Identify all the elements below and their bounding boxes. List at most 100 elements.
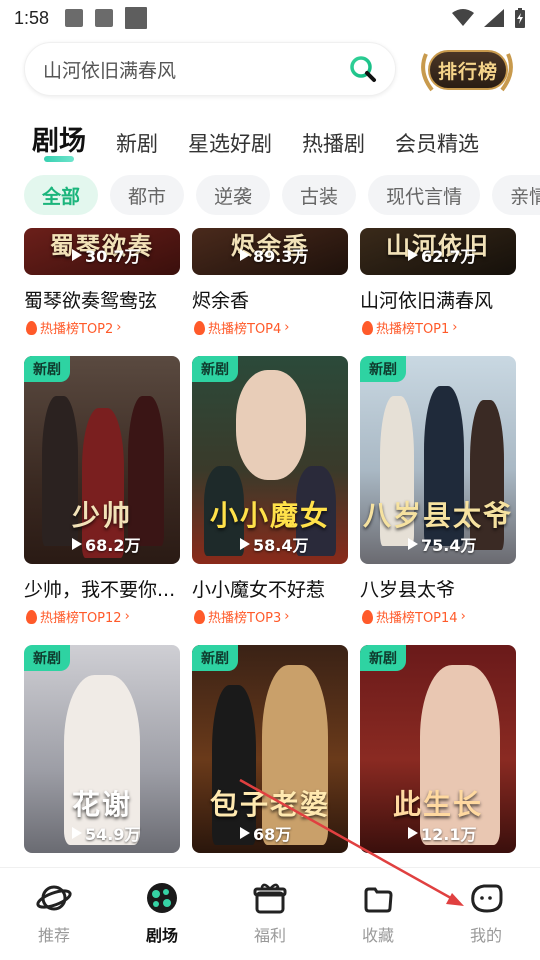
theater-icon [144,880,180,916]
drama-card-poster[interactable]: 山河依旧 62.7万 [360,228,516,275]
drama-card-poster[interactable]: 烬余香 89.3万 [192,228,348,275]
poster-art-text: 此生长 [392,788,483,821]
chevron-right-icon: › [284,609,290,624]
hot-rank-tag[interactable]: 热播榜TOP1 › [362,318,458,337]
nav-recommend[interactable]: 推荐 [0,868,108,960]
hot-rank-tag[interactable]: 热播榜TOP4 › [194,318,290,337]
search-bar[interactable]: 山河依旧满春风 [24,42,396,96]
gift-icon [252,880,288,916]
search-icon[interactable] [349,55,377,83]
category-chips: 全部 都市 逆袭 古装 现代言情 亲情 [24,175,540,215]
drama-title[interactable]: 少帅，我不要你... [24,575,184,602]
chip-costume[interactable]: 古装 [282,175,357,215]
flame-icon [362,609,373,624]
battery-icon [515,8,525,28]
nav-label: 推荐 [37,926,70,945]
poster-art-text: 包子老婆 [209,788,330,821]
drama-card-poster[interactable]: 蜀琴欲奏 30.7万 [24,228,180,275]
planet-icon [36,880,72,916]
tab-new-drama[interactable]: 新剧 [116,128,158,162]
drama-card-poster[interactable]: 包子老婆 新剧 68万 [192,645,348,853]
profile-face-icon [468,880,504,916]
signal-icon [484,9,504,27]
flame-icon [362,320,373,335]
drama-card-poster[interactable]: 少帅 新剧 68.2万 [24,356,180,564]
image-notification-icon [65,9,84,27]
chevron-right-icon: › [452,320,458,335]
play-icon [408,827,418,839]
drama-title[interactable]: 山河依旧满春风 [360,286,520,313]
ranking-button[interactable]: 排行榜 [418,42,516,96]
new-drama-badge: 新剧 [192,645,238,671]
nav-label: 收藏 [361,926,394,945]
tab-star-picks[interactable]: 星选好剧 [188,128,272,162]
play-icon [408,249,418,261]
view-count: 12.1万 [408,821,476,845]
chip-modern-romance[interactable]: 现代言情 [368,175,481,215]
hot-rank-tag[interactable]: 热播榜TOP14 › [362,607,466,626]
nav-theater[interactable]: 剧场 [108,868,216,960]
drama-title[interactable]: 蜀琴欲奏鸳鸯弦 [24,286,184,313]
nav-label: 我的 [469,926,502,945]
view-count: 54.9万 [72,821,140,845]
play-icon [240,538,250,550]
chip-urban[interactable]: 都市 [110,175,185,215]
drama-card-poster[interactable]: 八岁县太爷 新剧 75.4万 [360,356,516,564]
poster-art-text: 小小魔女 [209,499,330,532]
app-notification-icon [95,9,114,27]
flame-icon [194,320,205,335]
status-bar: 1:58 [0,0,540,36]
nav-label: 剧场 [145,926,178,945]
hot-rank-tag[interactable]: 热播榜TOP2 › [26,318,122,337]
view-count: 62.7万 [408,243,476,267]
chip-comeback[interactable]: 逆袭 [196,175,271,215]
active-tab-indicator [44,156,74,162]
poster-art-text: 花谢 [71,788,132,821]
tab-hot-drama[interactable]: 热播剧 [302,128,365,162]
chip-all[interactable]: 全部 [24,175,99,215]
tab-vip-picks[interactable]: 会员精选 [395,128,479,162]
nav-favorites[interactable]: 收藏 [324,868,432,960]
drama-title[interactable]: 烬余香 [192,286,352,313]
chip-family[interactable]: 亲情 [492,175,540,215]
status-time: 1:58 [14,7,50,28]
play-icon [240,249,250,261]
view-count: 68万 [240,821,291,845]
bottom-nav: 推荐 剧场 福利 收藏 我的 [0,868,540,960]
view-count: 89.3万 [240,243,308,267]
poster-art-text: 八岁县太爷 [362,499,513,532]
nav-welfare[interactable]: 福利 [216,868,324,960]
drama-card-poster[interactable]: 此生长 新剧 12.1万 [360,645,516,853]
new-drama-badge: 新剧 [24,645,70,671]
top-tab-bar: 剧场 新剧 星选好剧 热播剧 会员精选 [32,116,479,162]
flame-icon [26,320,37,335]
play-icon [240,827,250,839]
view-count: 30.7万 [72,243,140,267]
drama-card-poster[interactable]: 花谢 新剧 54.9万 [24,645,180,853]
drama-title[interactable]: 八岁县太爷 [360,575,520,602]
hot-rank-tag[interactable]: 热播榜TOP12 › [26,607,130,626]
new-drama-badge: 新剧 [360,645,406,671]
view-count: 75.4万 [408,532,476,556]
poster-art-text: 少帅 [71,499,132,532]
flame-icon [194,609,205,624]
chevron-right-icon: › [116,320,122,335]
wifi-icon [452,9,474,26]
view-count: 58.4万 [240,532,308,556]
search-placeholder: 山河依旧满春风 [43,59,177,82]
new-drama-badge: 新剧 [192,356,238,382]
chevron-right-icon: › [124,609,130,624]
bookmark-icon [360,880,396,916]
chevron-right-icon: › [284,320,290,335]
nav-profile[interactable]: 我的 [432,868,540,960]
drama-title[interactable]: 小小魔女不好惹 [192,575,352,602]
flame-icon [26,609,37,624]
new-drama-badge: 新剧 [24,356,70,382]
new-drama-badge: 新剧 [360,356,406,382]
play-icon [72,538,82,550]
ranking-label: 排行榜 [428,50,508,90]
hot-rank-tag[interactable]: 热播榜TOP3 › [194,607,290,626]
chevron-right-icon: › [460,609,466,624]
nav-label: 福利 [253,926,286,945]
drama-card-poster[interactable]: 小小魔女 新剧 58.4万 [192,356,348,564]
